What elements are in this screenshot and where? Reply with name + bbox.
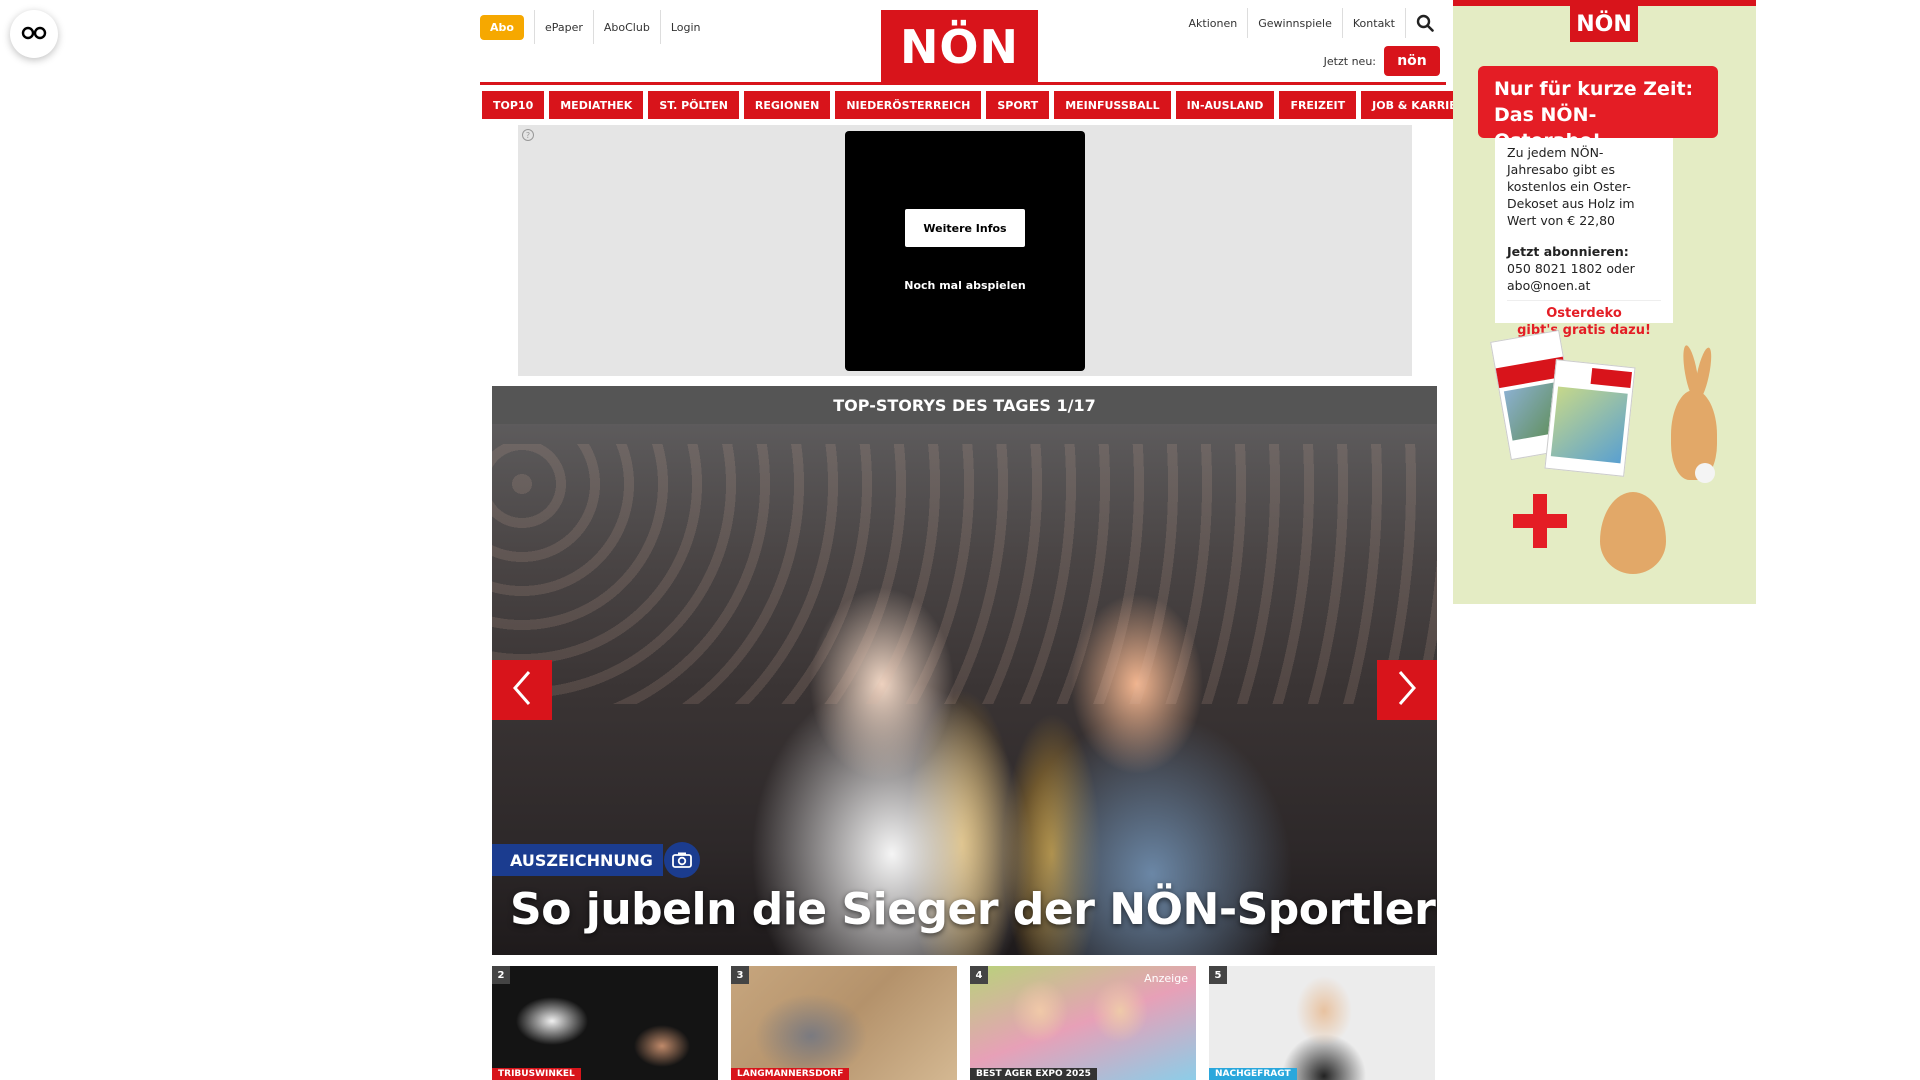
osterabo-ad[interactable]: NÖN Nur für kurze Zeit: Das NÖN-Osterabo… (1453, 0, 1756, 604)
teaser-tag: BEST AGER EXPO 2025 (970, 1068, 1097, 1080)
logo-text: NÖN (899, 20, 1020, 74)
sponsored-label: Anzeige (1144, 972, 1188, 985)
easter-egg-illustration (1600, 492, 1666, 574)
nav-item-regionen[interactable]: REGIONEN (743, 91, 831, 119)
nav-item-st-poelten[interactable]: ST. PÖLTEN (648, 91, 739, 119)
camera-icon (664, 842, 700, 878)
teaser-number: 5 (1209, 966, 1227, 984)
top-links-right: Aktionen Gewinnspiele Kontakt (1179, 8, 1440, 38)
teaser-tag: LANGMANNERSDORF (731, 1068, 850, 1080)
ad-info-card: Zu jedem NÖN-Jahresabo gibt es kostenlos… (1495, 138, 1673, 338)
ad-info-icon[interactable]: ? (522, 129, 534, 141)
ad-body-text: Zu jedem NÖN-Jahresabo gibt es kostenlos… (1507, 145, 1635, 228)
nav-item-top10[interactable]: TOP10 (482, 91, 545, 119)
hero-image (492, 444, 1437, 704)
replay-link[interactable]: Noch mal abspielen (845, 279, 1085, 292)
teaser-card[interactable]: 2 TRIBUSWINKEL (492, 966, 718, 1080)
ad-logo: NÖN (1570, 6, 1638, 42)
top-links-left: Abo ePaper AboClub Login (480, 10, 711, 44)
teaser-card[interactable]: 5 NACHGEFRAGT (1209, 966, 1435, 1080)
login-link[interactable]: Login (659, 10, 711, 44)
ad-phone: 050 8021 1802 oder (1507, 261, 1635, 276)
nav-item-freizeit[interactable]: FREIZEIT (1279, 91, 1357, 119)
newspaper-illustration (1490, 329, 1636, 477)
category-badge[interactable]: AUSZEICHNUNG (492, 844, 663, 876)
ad-fineprint (1736, 10, 1748, 125)
search-icon[interactable] (1410, 8, 1440, 38)
slider-next-button[interactable] (1377, 660, 1437, 720)
nav-item-sport[interactable]: SPORT (986, 91, 1050, 119)
nav-item-meinfussball[interactable]: MEINFUSSBALL (1054, 91, 1171, 119)
hero-headline[interactable]: So jubeln die Sieger der NÖN-Sportlerwah… (510, 884, 1437, 935)
ad-cta: Osterdeko gibt's gratis dazu! (1507, 300, 1661, 339)
mini-logo: nön (1384, 46, 1440, 76)
teaser-tag: TRIBUSWINKEL (492, 1068, 581, 1080)
teaser-card[interactable]: 4 Anzeige BEST AGER EXPO 2025 (970, 966, 1196, 1080)
top-stories-title: TOP-STORYS DES TAGES 1/17 (492, 386, 1437, 424)
aktionen-link[interactable]: Aktionen (1179, 8, 1249, 38)
jetzt-neu-label: Jetzt neu: (1323, 54, 1376, 68)
gewinnspiele-link[interactable]: Gewinnspiele (1248, 8, 1343, 38)
chevron-left-icon (511, 670, 533, 710)
site-logo[interactable]: NÖN (881, 10, 1038, 84)
hero-story[interactable]: AUSZEICHNUNG So jubeln die Sieger der NÖ… (492, 424, 1437, 955)
easter-bunny-illustration (1665, 344, 1721, 485)
site-header: Abo ePaper AboClub Login NÖN Aktionen Ge… (480, 0, 1440, 84)
nav-item-in-ausland[interactable]: IN-AUSLAND (1175, 91, 1275, 119)
main-navigation: TOP10 MEDIATHEK ST. PÖLTEN REGIONEN NIED… (482, 91, 1484, 119)
ad-cta-line1: Osterdeko (1546, 306, 1622, 321)
ad-email: abo@noen.at (1507, 278, 1591, 293)
story-teasers: 2 TRIBUSWINKEL 3 LANGMANNERSDORF 4 Anzei… (492, 966, 1437, 1080)
teaser-card[interactable]: 3 LANGMANNERSDORF (731, 966, 957, 1080)
ad-subscribe-label: Jetzt abonnieren: (1507, 244, 1629, 259)
abo-button[interactable]: Abo (480, 14, 524, 40)
jetzt-neu[interactable]: Jetzt neu: nön (1324, 46, 1440, 76)
nav-item-mediathek[interactable]: MEDIATHEK (549, 91, 644, 119)
slider-prev-button[interactable] (492, 660, 552, 720)
aboclub-link[interactable]: AboClub (592, 10, 660, 44)
video-player[interactable]: Weitere Infos Noch mal abspielen (845, 131, 1085, 371)
teaser-number: 2 (492, 966, 510, 984)
epaper-link[interactable]: ePaper (533, 10, 593, 44)
more-info-button[interactable]: Weitere Infos (905, 209, 1025, 247)
nav-item-niederoesterreich[interactable]: NIEDERÖSTERREICH (835, 91, 982, 119)
chevron-right-icon (1396, 670, 1418, 710)
glasses-icon (21, 25, 47, 44)
kontakt-link[interactable]: Kontakt (1343, 8, 1406, 38)
ad-promo-banner: Nur für kurze Zeit: Das NÖN-Osterabo! (1478, 66, 1718, 152)
header-divider (480, 82, 1446, 85)
plus-icon (1513, 494, 1567, 548)
video-ad-slot: ? Weitere Infos Noch mal abspielen (518, 125, 1412, 376)
teaser-tag: NACHGEFRAGT (1209, 1068, 1297, 1080)
accessibility-button[interactable] (10, 10, 58, 58)
teaser-number: 3 (731, 966, 749, 984)
ad-promo-line1: Nur für kurze Zeit: (1494, 78, 1694, 100)
teaser-number: 4 (970, 966, 988, 984)
